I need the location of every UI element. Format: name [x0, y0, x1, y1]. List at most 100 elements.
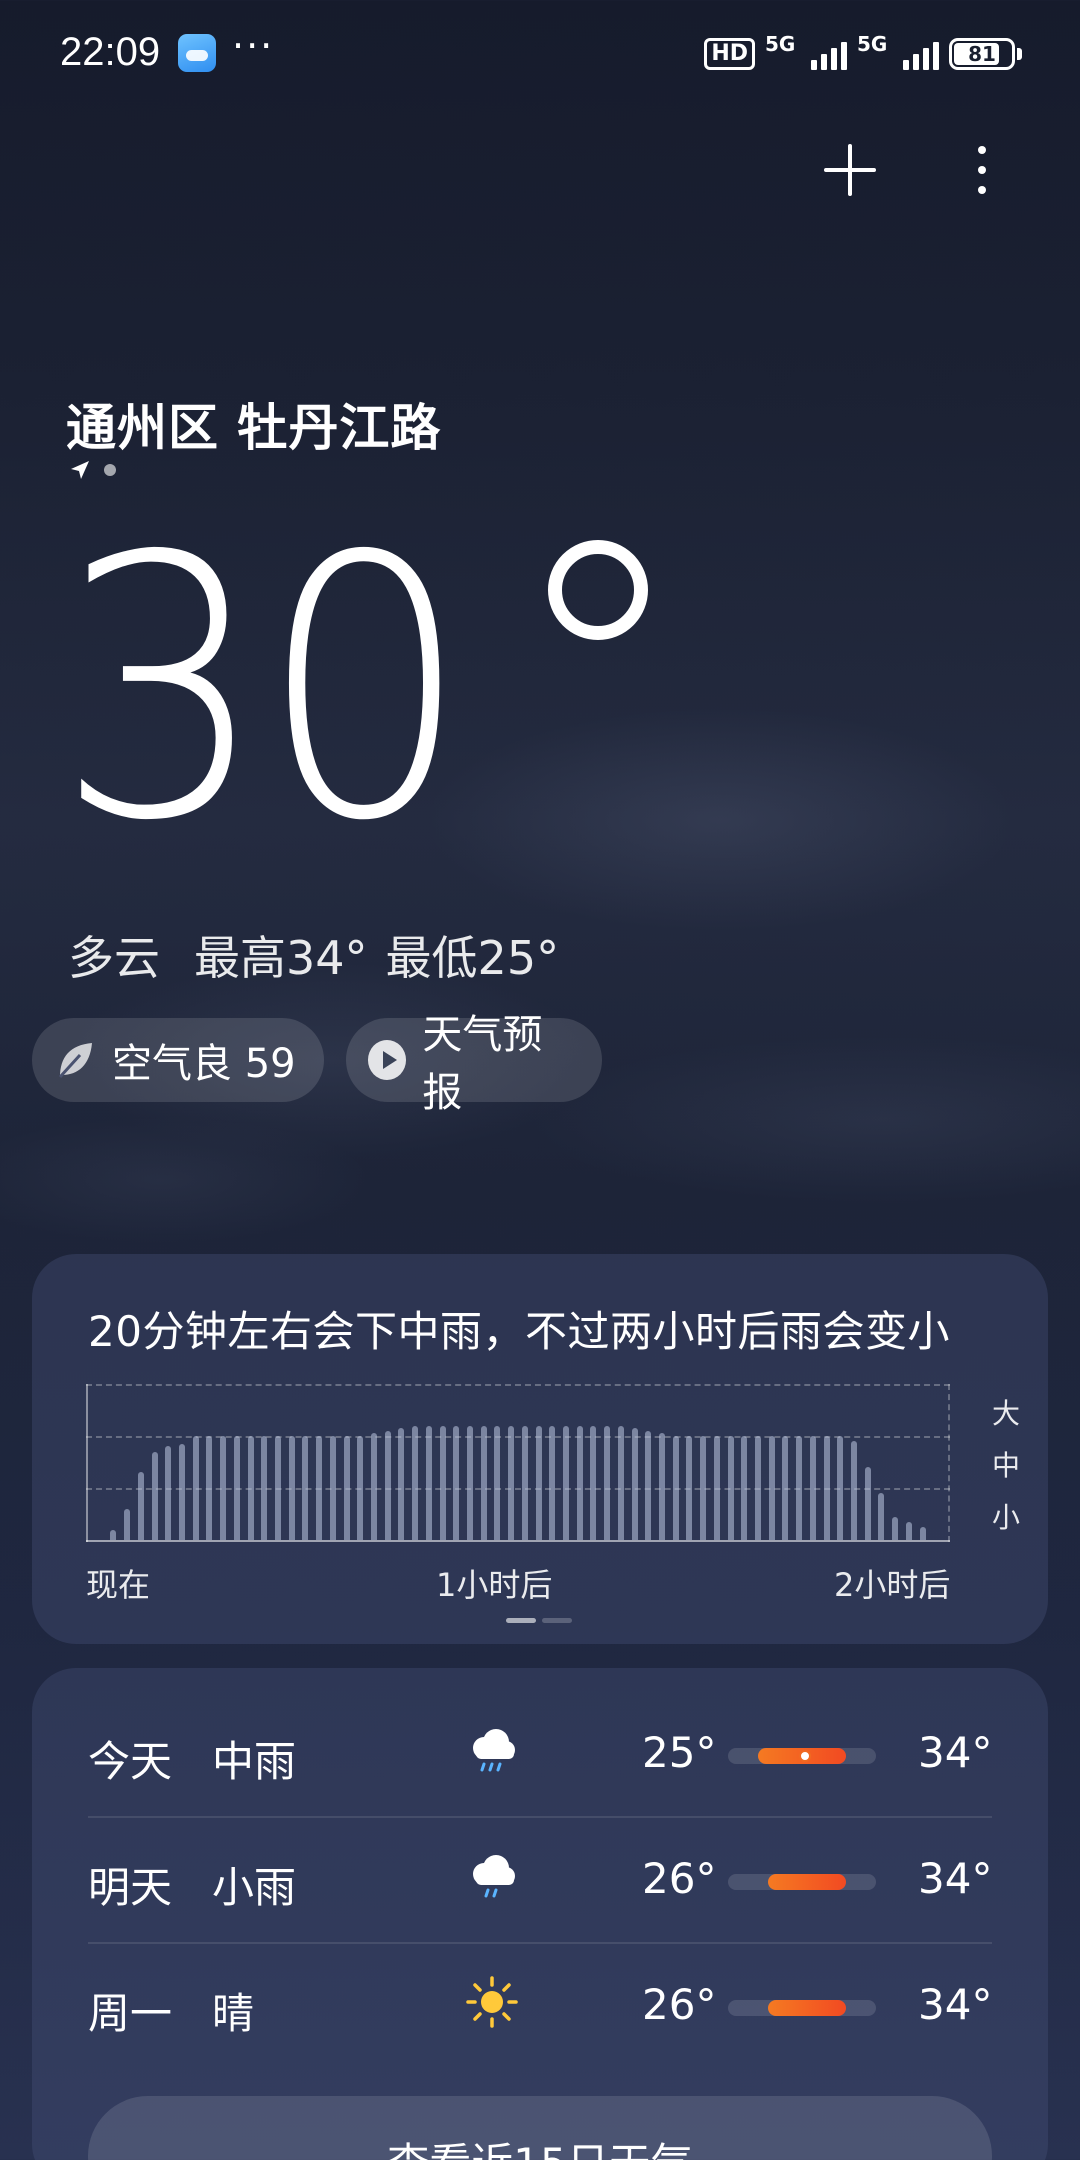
more-notifications-icon: ···	[232, 24, 275, 68]
weather-app-icon	[178, 34, 216, 72]
precip-bar	[905, 1521, 912, 1540]
signal-icon-sim2: 5G	[857, 32, 939, 70]
precip-bar	[851, 1441, 857, 1540]
precip-bar	[659, 1433, 665, 1540]
sun-icon	[466, 1976, 518, 2028]
temp-range-fill	[767, 2000, 847, 2016]
precipitation-card[interactable]: 20分钟左右会下中雨，不过两小时后雨会变小 大 中 小 现在 1小时后 2小时后	[32, 1254, 1048, 1644]
temp-range-track	[728, 2000, 876, 2016]
precip-bar	[467, 1425, 473, 1540]
precip-bar	[302, 1436, 309, 1540]
precip-bar	[823, 1436, 830, 1540]
precip-bar	[151, 1451, 158, 1540]
level-label-moderate: 中	[992, 1449, 1021, 1482]
precip-bar	[686, 1436, 693, 1540]
battery-icon: 81	[949, 38, 1022, 70]
day-low-temp: 25°	[642, 1728, 717, 1777]
temp-range-fill	[767, 1874, 847, 1890]
current-condition: 多云	[68, 931, 160, 985]
precip-bar	[713, 1436, 720, 1540]
sim2-network-label: 5G	[857, 32, 888, 56]
grid-line-top	[86, 1384, 950, 1386]
precip-bar	[878, 1493, 885, 1540]
precip-bar	[494, 1425, 501, 1540]
time-label-now: 现在	[86, 1566, 151, 1604]
forecast-row-monday[interactable]: 周一 晴 26° 34°	[88, 1942, 992, 2068]
precipitation-chart: 大 中 小 现在 1小时后 2小时后	[86, 1384, 1020, 1604]
leaf-icon	[58, 1043, 92, 1079]
time-label-2h: 2小时后	[834, 1566, 951, 1604]
level-label-heavy: 大	[992, 1397, 1021, 1430]
day-high-temp: 34°	[918, 1854, 993, 1903]
day-low-temp: 26°	[642, 1980, 717, 2029]
current-temperature: 30	[56, 480, 470, 899]
precip-bar	[755, 1436, 761, 1540]
precip-bar	[590, 1425, 597, 1540]
status-time: 22:09	[60, 30, 161, 74]
current-temp-marker	[798, 1750, 811, 1762]
weather-forecast-label: 天气预报	[422, 1012, 543, 1116]
precip-bar	[192, 1436, 199, 1540]
precip-bar	[124, 1508, 131, 1540]
precip-bar	[549, 1425, 556, 1540]
day-condition: 小雨	[212, 1863, 297, 1912]
location-page-indicator	[70, 460, 116, 480]
chart-plot-area	[86, 1384, 950, 1542]
day-condition: 中雨	[212, 1737, 297, 1786]
precip-bar	[796, 1436, 803, 1540]
page-dot	[104, 464, 116, 476]
chart-x-axis	[86, 1540, 950, 1542]
battery-level: 81	[968, 42, 996, 66]
precip-bar	[316, 1436, 323, 1540]
precip-bar	[892, 1516, 899, 1540]
day-high-temp: 34°	[918, 1980, 993, 2029]
precip-bar	[439, 1425, 446, 1540]
weather-forecast-video-chip[interactable]: 天气预报	[346, 1012, 602, 1116]
rain-cloud-icon	[473, 1729, 515, 1772]
grid-line-low	[86, 1488, 950, 1490]
precip-bar	[329, 1436, 336, 1540]
precip-bar	[809, 1436, 816, 1540]
forecast-row-today[interactable]: 今天 中雨 25° 34°	[88, 1690, 992, 1816]
location-name: 通州区 牡丹江路	[66, 399, 442, 457]
precip-bar	[563, 1425, 569, 1540]
precipitation-summary: 20分钟左右会下中雨，不过两小时后雨会变小	[88, 1307, 950, 1356]
more-options-button[interactable]	[962, 140, 1002, 200]
precip-bar	[837, 1436, 844, 1540]
precip-bar	[741, 1436, 748, 1540]
precip-bar	[617, 1425, 624, 1540]
day-condition: 晴	[212, 1989, 255, 2038]
precip-bar	[480, 1425, 487, 1540]
day-name: 明天	[88, 1863, 173, 1912]
forecast-row-tomorrow[interactable]: 明天 小雨 26° 34°	[88, 1816, 992, 1942]
air-quality-label: 空气良 59	[112, 1041, 296, 1087]
light-rain-cloud-icon	[473, 1855, 515, 1898]
precip-bar	[371, 1433, 377, 1540]
day-high-temp: 34°	[918, 1728, 993, 1777]
view-15-day-forecast-button[interactable]: 查看近15日天气	[88, 2096, 992, 2160]
day-name: 今天	[88, 1737, 173, 1786]
precip-bar	[425, 1425, 432, 1540]
precip-bar	[247, 1436, 254, 1540]
degree-symbol	[548, 540, 648, 640]
precip-bar	[220, 1436, 227, 1540]
air-quality-chip[interactable]: 空气良 59	[32, 1018, 324, 1102]
current-condition-line: 多云 最高34° 最低25°	[68, 922, 559, 988]
precip-bar	[919, 1527, 926, 1540]
precip-bar	[645, 1430, 652, 1540]
precip-bar	[206, 1436, 213, 1540]
precip-bar	[233, 1436, 240, 1540]
daily-forecast-card: 今天 中雨 25° 34° 明天 小雨 26° 34° 周一 晴 26° 34°	[32, 1668, 1048, 2160]
precip-bar	[261, 1436, 268, 1540]
level-label-light: 小	[992, 1501, 1021, 1534]
precip-bar	[604, 1425, 611, 1540]
chart-right-border	[948, 1384, 950, 1542]
precip-bar	[700, 1436, 707, 1540]
precip-bar	[275, 1436, 281, 1540]
hd-icon: HD	[704, 38, 755, 70]
precip-bar	[576, 1425, 583, 1540]
precip-bar	[179, 1443, 185, 1540]
precip-bar	[768, 1436, 775, 1540]
today-low: 最低25°	[385, 931, 560, 985]
add-city-button[interactable]	[820, 140, 880, 200]
